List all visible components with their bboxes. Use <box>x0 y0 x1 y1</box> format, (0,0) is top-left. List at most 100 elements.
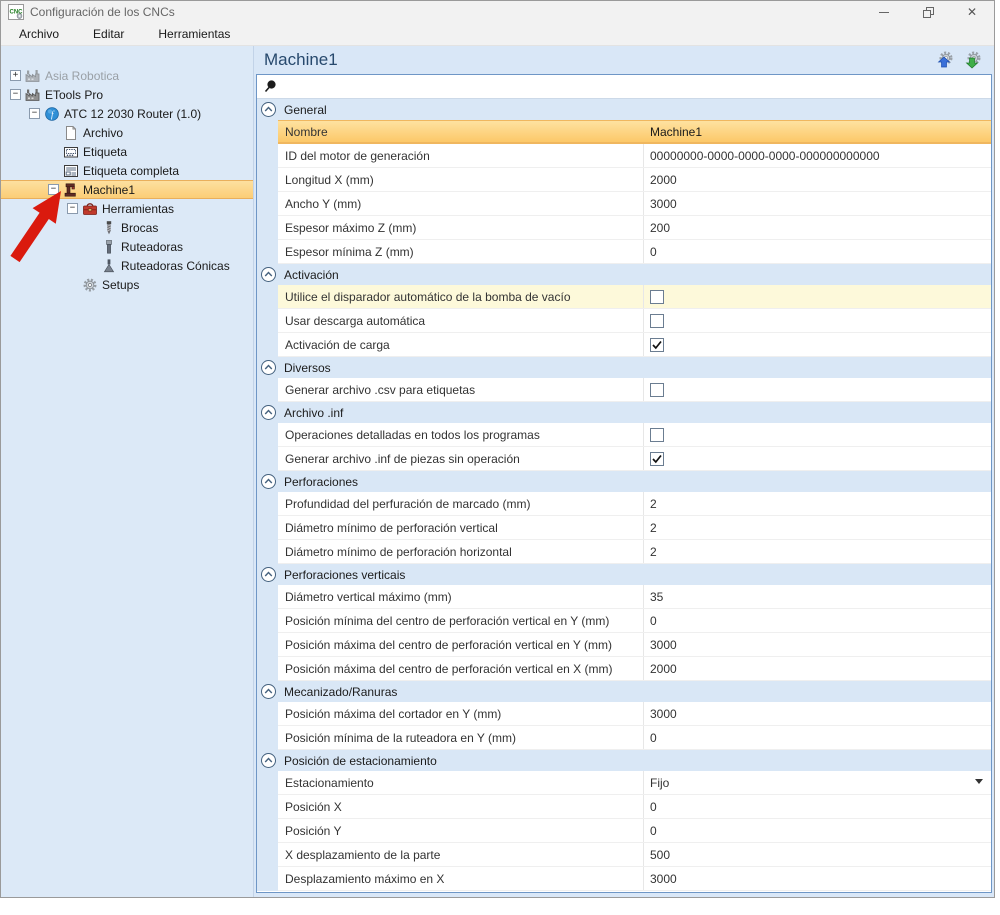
property-row: Posición máxima del centro de perforació… <box>257 657 991 681</box>
tree-item-etools-pro[interactable]: −ETools Pro <box>1 85 253 104</box>
property-label: ID del motor de generación <box>278 144 643 167</box>
property-value[interactable] <box>643 447 991 470</box>
property-value[interactable]: 3000 <box>643 702 991 725</box>
tree-item-etiqueta[interactable]: Etiqueta <box>1 142 253 161</box>
machine-icon <box>63 182 79 198</box>
collapse-chevron-icon[interactable] <box>261 360 276 375</box>
panel-header: Machine1 <box>254 46 994 73</box>
property-label: Profundidad del perfuración de marcado (… <box>278 492 643 515</box>
tree-item-label: Asia Robotica <box>45 69 119 83</box>
row-indent-strip <box>257 309 278 333</box>
collapse-chevron-icon[interactable] <box>261 474 276 489</box>
gear-down-arrow-icon[interactable] <box>962 49 984 71</box>
section-header-mecanizado-ranuras[interactable]: Mecanizado/Ranuras <box>257 681 991 702</box>
property-value[interactable]: 0 <box>643 726 991 749</box>
checkbox-unchecked-icon[interactable] <box>650 383 664 397</box>
collapse-minus-icon[interactable]: − <box>48 184 59 195</box>
row-indent-strip <box>257 867 278 891</box>
property-value[interactable]: 2 <box>643 516 991 539</box>
drill-bit-icon <box>101 220 117 236</box>
property-value[interactable]: 0 <box>643 240 991 263</box>
tree-item-brocas[interactable]: Brocas <box>1 218 253 237</box>
checkbox-unchecked-icon[interactable] <box>650 290 664 304</box>
property-value[interactable] <box>643 333 991 356</box>
filter-input[interactable] <box>257 75 991 98</box>
property-value[interactable] <box>643 309 991 332</box>
checkbox-unchecked-icon[interactable] <box>650 314 664 328</box>
property-value[interactable] <box>643 378 991 401</box>
section-header-general[interactable]: General <box>257 99 991 120</box>
property-value[interactable]: 3000 <box>643 633 991 656</box>
tree-item-herramientas[interactable]: −Herramientas <box>1 199 253 218</box>
property-value[interactable]: 2 <box>643 492 991 515</box>
section-header-archivo-inf[interactable]: Archivo .inf <box>257 402 991 423</box>
tree-item-machine1[interactable]: −Machine1 <box>1 180 253 199</box>
value-text: 0 <box>650 824 657 838</box>
collapse-minus-icon[interactable]: − <box>10 89 21 100</box>
property-value[interactable]: 00000000-0000-0000-0000-000000000000 <box>643 144 991 167</box>
property-value[interactable]: 3000 <box>643 192 991 215</box>
dropdown-caret-icon[interactable] <box>975 779 983 784</box>
property-row: Posición mínima del centro de perforació… <box>257 609 991 633</box>
menu-item-editar[interactable]: Editar <box>87 24 138 45</box>
properties-panel: Machine1 <box>254 46 994 897</box>
collapse-chevron-icon[interactable] <box>261 684 276 699</box>
section-header-diversos[interactable]: Diversos <box>257 357 991 378</box>
tree-item-etiqueta-completa[interactable]: Etiqueta completa <box>1 161 253 180</box>
row-indent-strip <box>257 240 278 264</box>
property-row: Posición máxima del centro de perforació… <box>257 633 991 657</box>
property-value[interactable]: 35 <box>643 585 991 608</box>
value-text: 00000000-0000-0000-0000-000000000000 <box>650 149 880 163</box>
section-header-perforaciones[interactable]: Perforaciones <box>257 471 991 492</box>
property-value[interactable] <box>643 423 991 446</box>
tree-item-asia-robotica[interactable]: + Asia Robotica <box>1 66 253 85</box>
value-text: 0 <box>650 614 657 628</box>
collapse-minus-icon[interactable]: − <box>29 108 40 119</box>
section-header-perforaciones-verticais[interactable]: Perforaciones verticais <box>257 564 991 585</box>
tree-item-ruteadoras-conicas[interactable]: Ruteadoras Cónicas <box>1 256 253 275</box>
checkbox-checked-icon[interactable] <box>650 338 664 352</box>
value-text: 500 <box>650 848 670 862</box>
property-value[interactable]: 2000 <box>643 657 991 680</box>
collapse-chevron-icon[interactable] <box>261 102 276 117</box>
property-value[interactable]: 0 <box>643 795 991 818</box>
property-value[interactable]: Machine1 <box>643 120 991 143</box>
property-value[interactable]: 2 <box>643 540 991 563</box>
property-value[interactable] <box>643 285 991 308</box>
property-row: Espesor máximo Z (mm)200 <box>257 216 991 240</box>
collapse-chevron-icon[interactable] <box>261 405 276 420</box>
section-header-posici-n-de-estacionamiento[interactable]: Posición de estacionamiento <box>257 750 991 771</box>
property-label: Posición X <box>278 795 643 818</box>
section-header-activaci-n[interactable]: Activación <box>257 264 991 285</box>
tree-item-archivo[interactable]: Archivo <box>1 123 253 142</box>
collapse-chevron-icon[interactable] <box>261 753 276 768</box>
label-icon <box>63 144 79 160</box>
tree-item-ruteadoras[interactable]: Ruteadoras <box>1 237 253 256</box>
close-icon[interactable]: ✕ <box>950 1 994 23</box>
property-value[interactable]: 500 <box>643 843 991 866</box>
checkbox-unchecked-icon[interactable] <box>650 428 664 442</box>
checkbox-checked-icon[interactable] <box>650 452 664 466</box>
collapse-chevron-icon[interactable] <box>261 267 276 282</box>
tree-item-label: Etiqueta <box>83 145 127 159</box>
collapse-chevron-icon[interactable] <box>261 567 276 582</box>
tree-item-atc-12-2030-router[interactable]: −fATC 12 2030 Router (1.0) <box>1 104 253 123</box>
property-value[interactable]: Fijo <box>643 771 991 794</box>
tree-item-setups[interactable]: Setups <box>1 275 253 294</box>
collapse-minus-icon[interactable]: − <box>67 203 78 214</box>
menu-item-archivo[interactable]: Archivo <box>13 24 73 45</box>
property-value[interactable]: 0 <box>643 609 991 632</box>
restore-icon[interactable] <box>906 1 950 23</box>
property-value[interactable]: 2000 <box>643 168 991 191</box>
row-indent-strip <box>257 771 278 795</box>
menu-item-herramientas[interactable]: Herramientas <box>152 24 244 45</box>
property-label: Diámetro mínimo de perforación horizonta… <box>278 540 643 563</box>
gear-up-arrow-icon[interactable] <box>934 49 956 71</box>
value-text: Fijo <box>650 776 669 790</box>
row-indent-strip <box>257 216 278 240</box>
property-value[interactable]: 3000 <box>643 867 991 890</box>
minimize-icon[interactable] <box>862 1 906 23</box>
expand-plus-icon[interactable]: + <box>10 70 21 81</box>
property-value[interactable]: 200 <box>643 216 991 239</box>
property-value[interactable]: 0 <box>643 819 991 842</box>
